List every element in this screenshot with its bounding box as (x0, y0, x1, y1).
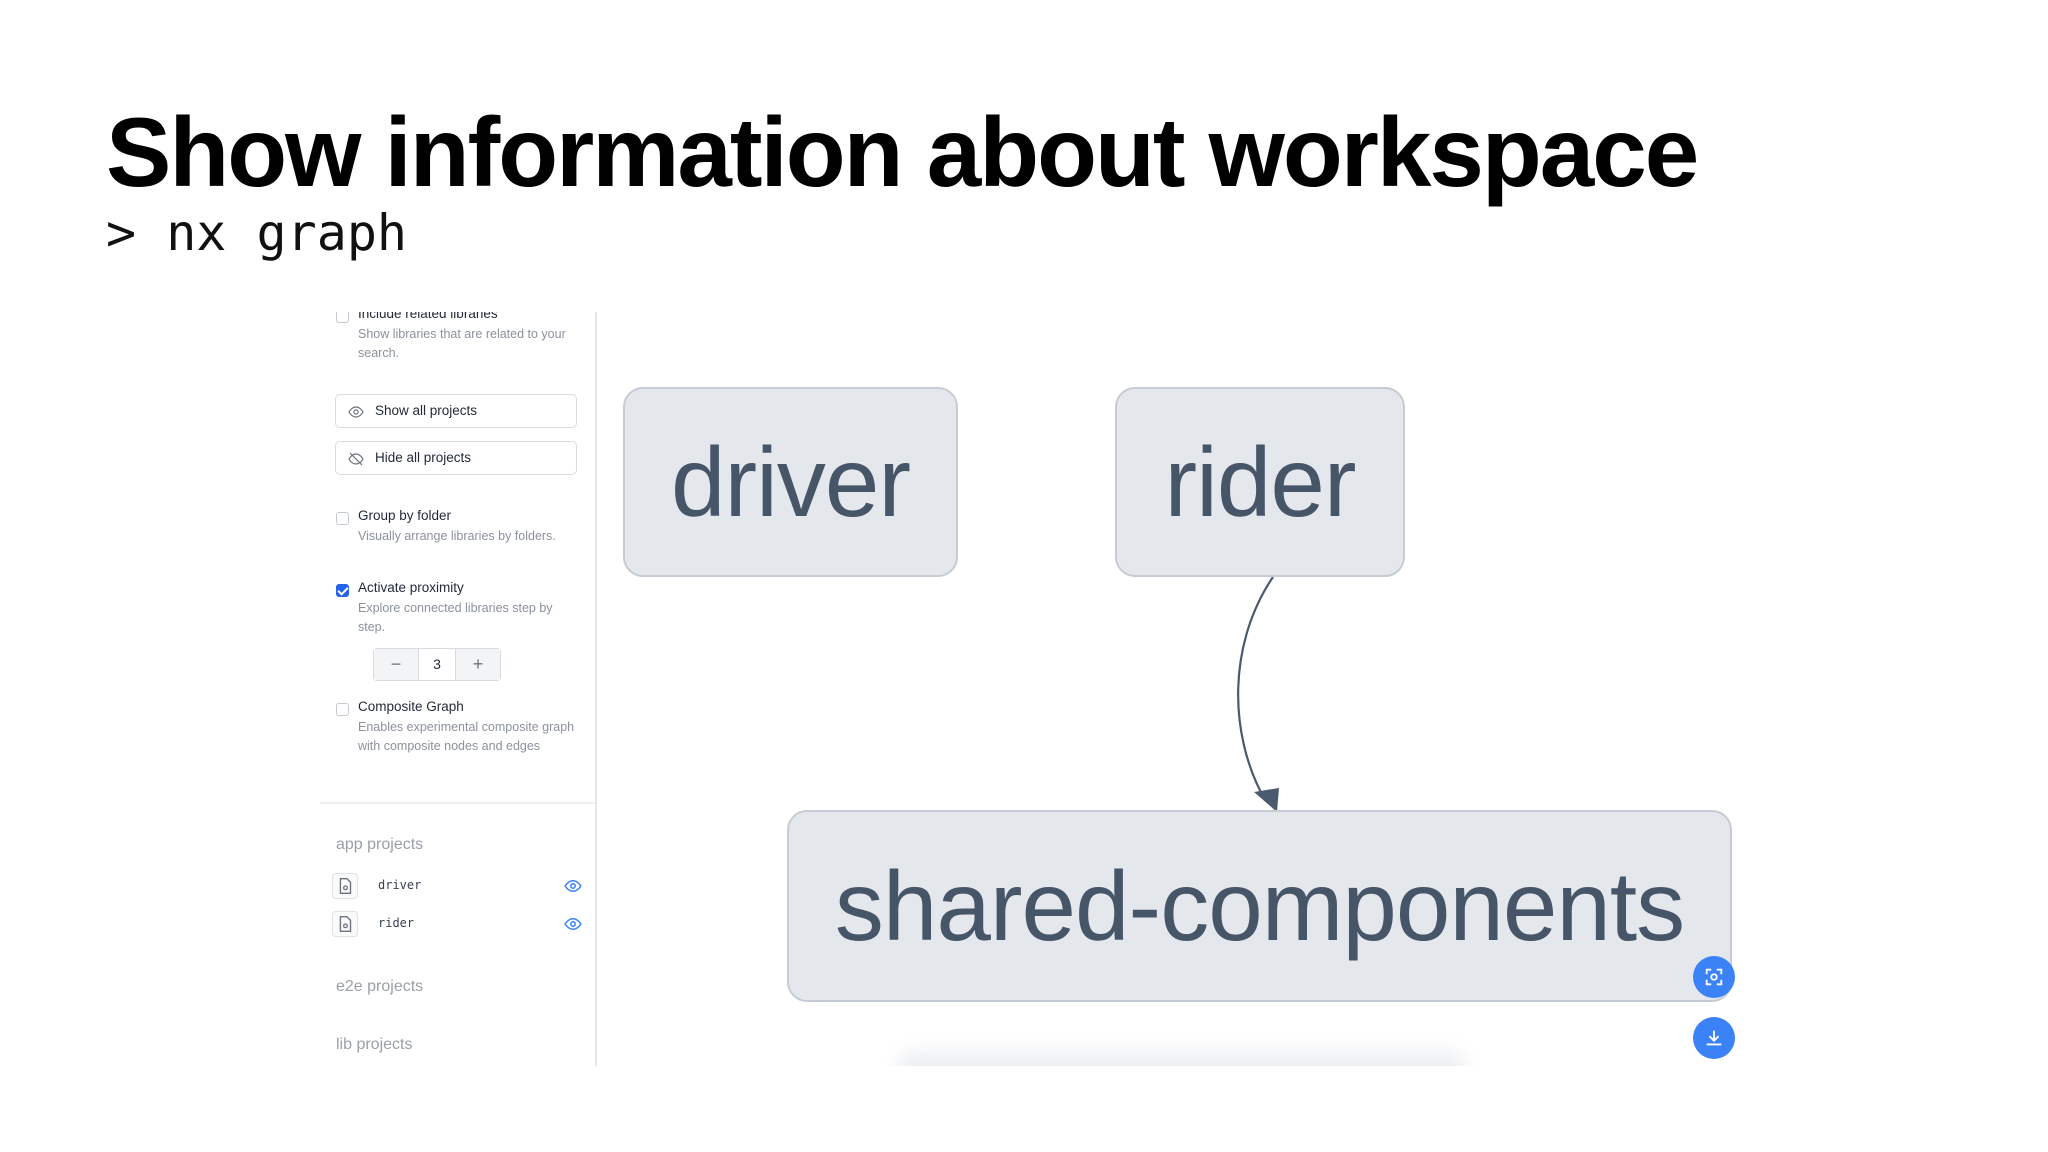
group-by-folder-checkbox[interactable] (336, 512, 349, 525)
file-icon (332, 911, 358, 937)
hide-all-projects-button[interactable]: Hide all projects (335, 441, 577, 475)
nx-graph-screenshot: Include related libraries Show libraries… (320, 312, 1740, 1066)
activate-proximity-description: Explore connected libraries step by step… (358, 601, 553, 634)
activate-proximity-option[interactable]: Activate proximity Explore connected lib… (336, 580, 592, 640)
include-related-description: Show libraries that are related to your … (358, 327, 566, 360)
show-all-projects-button[interactable]: Show all projects (335, 394, 577, 428)
eye-icon[interactable] (564, 916, 582, 932)
composite-graph-checkbox[interactable] (336, 703, 349, 716)
divider (320, 802, 595, 804)
node-label: shared-components (834, 850, 1685, 961)
project-item[interactable]: driver (332, 872, 582, 900)
activate-proximity-checkbox[interactable] (336, 584, 349, 597)
download-button[interactable] (1693, 1017, 1735, 1059)
graph-node-rider[interactable]: rider (1115, 387, 1405, 577)
lib-projects-heading: lib projects (336, 1036, 413, 1053)
project-item[interactable]: rider (332, 910, 582, 938)
eye-off-icon (348, 452, 364, 466)
group-by-folder-description: Visually arrange libraries by folders. (358, 529, 556, 543)
project-name: rider (378, 916, 415, 930)
graph-node-shared-components[interactable]: shared-components (787, 810, 1732, 1002)
composite-graph-option[interactable]: Composite Graph Enables experimental com… (336, 699, 592, 779)
node-label: rider (1164, 426, 1356, 537)
composite-graph-title: Composite Graph (358, 699, 464, 714)
show-all-projects-label: Show all projects (375, 403, 478, 418)
group-by-folder-title: Group by folder (358, 508, 452, 523)
edge-rider-shared-components (1237, 576, 1274, 801)
include-related-option[interactable]: Include related libraries Show libraries… (336, 312, 592, 366)
hide-all-projects-label: Hide all projects (375, 450, 472, 465)
slide-command: > nx graph (106, 204, 408, 262)
focus-button[interactable] (1693, 956, 1735, 998)
e2e-projects-heading: e2e projects (336, 978, 424, 995)
sidebar: Include related libraries Show libraries… (320, 312, 597, 1066)
proximity-stepper: − 3 + (373, 648, 501, 681)
activate-proximity-title: Activate proximity (358, 580, 464, 595)
increment-button[interactable]: + (456, 649, 500, 680)
focus-icon (1705, 968, 1723, 986)
node-label: driver (670, 426, 911, 537)
slide-title: Show information about workspace (106, 97, 1699, 207)
edge-arrowhead (1254, 788, 1279, 812)
include-related-title: Include related libraries (358, 312, 498, 321)
app-projects-heading: app projects (336, 836, 424, 853)
eye-icon (348, 406, 364, 418)
download-icon (1706, 1030, 1722, 1046)
decrement-button[interactable]: − (374, 649, 418, 680)
file-icon (332, 873, 358, 899)
proximity-value[interactable]: 3 (418, 649, 456, 680)
project-name: driver (378, 878, 422, 892)
group-by-folder-option[interactable]: Group by folder Visually arrange librari… (336, 508, 592, 568)
composite-graph-description: Enables experimental composite graph wit… (358, 720, 575, 753)
eye-icon[interactable] (564, 878, 582, 894)
graph-canvas[interactable]: driver rider shared-components (597, 312, 1740, 1066)
include-related-checkbox[interactable] (336, 312, 349, 323)
graph-node-driver[interactable]: driver (623, 387, 958, 577)
